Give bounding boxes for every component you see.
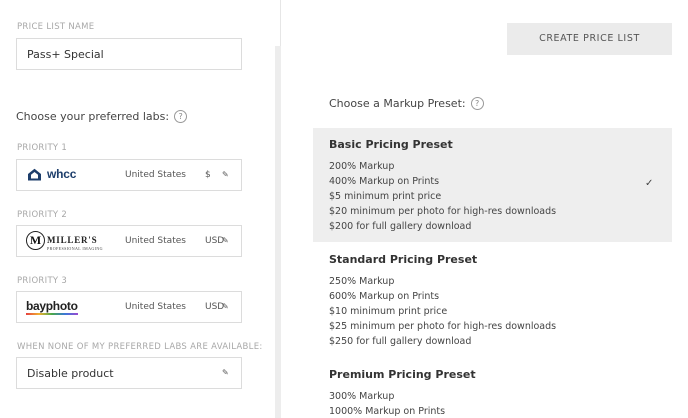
price-list-name-value: Pass+ Special bbox=[27, 48, 104, 61]
edit-pencil-icon[interactable]: ✎ bbox=[222, 170, 229, 179]
preset-line: $25 minimum per photo for high-res downl… bbox=[329, 321, 557, 332]
priority-1-caption: PRIORITY 1 bbox=[17, 143, 68, 153]
priority-2-country: United States bbox=[125, 236, 186, 246]
help-icon[interactable]: ? bbox=[174, 110, 188, 123]
preset-line: $250 for full gallery download bbox=[329, 336, 472, 347]
priority-3-caption: PRIORITY 3 bbox=[17, 276, 68, 286]
bayphoto-logo: bayphoto bbox=[26, 299, 78, 315]
fallback-select[interactable]: Disable product ✎ bbox=[16, 357, 242, 389]
priority-1-country: United States bbox=[125, 170, 186, 180]
whcc-logo-text: whcc bbox=[47, 167, 77, 181]
preset-title: Standard Pricing Preset bbox=[329, 253, 478, 266]
priority-1-lab-select[interactable]: whcc United States $ ✎ bbox=[16, 159, 242, 191]
scrollbar[interactable] bbox=[275, 46, 281, 418]
bayphoto-logo-text: bayphoto bbox=[26, 299, 78, 313]
preset-title: Premium Pricing Preset bbox=[329, 368, 476, 381]
preset-option-premium[interactable]: Premium Pricing Preset 300% Markup 1000%… bbox=[313, 358, 672, 418]
labs-heading-text: Choose your preferred labs: bbox=[16, 110, 170, 123]
preset-line: 1000% Markup on Prints bbox=[329, 406, 446, 417]
whcc-logo: whcc bbox=[27, 167, 76, 181]
millers-logo-subtext: PROFESSIONAL IMAGING bbox=[47, 246, 103, 251]
lab-settings-panel: PRICE LIST NAME Pass+ Special Choose you… bbox=[0, 0, 281, 418]
millers-logo-text: MILLER'S bbox=[47, 235, 98, 245]
priority-3-country: United States bbox=[125, 302, 186, 312]
edit-pencil-icon[interactable]: ✎ bbox=[222, 236, 229, 245]
fallback-caption: WHEN NONE OF MY PREFERRED LABS ARE AVAIL… bbox=[17, 342, 263, 352]
preset-line: $200 for full gallery download bbox=[329, 221, 472, 232]
preset-line: 200% Markup bbox=[329, 161, 395, 172]
preset-heading-text: Choose a Markup Preset: bbox=[329, 97, 466, 110]
priority-2-lab-select[interactable]: M MILLER'S PROFESSIONAL IMAGING United S… bbox=[16, 225, 242, 257]
price-list-name-caption: PRICE LIST NAME bbox=[17, 22, 95, 32]
price-list-name-input[interactable]: Pass+ Special bbox=[16, 38, 242, 70]
preset-line: $10 minimum print price bbox=[329, 306, 448, 317]
millers-logo: M MILLER'S PROFESSIONAL IMAGING bbox=[26, 230, 103, 251]
create-price-list-button[interactable]: CREATE PRICE LIST bbox=[507, 23, 672, 55]
priority-2-caption: PRIORITY 2 bbox=[17, 210, 68, 220]
edit-pencil-icon[interactable]: ✎ bbox=[222, 368, 229, 377]
house-icon bbox=[28, 168, 41, 180]
checkmark-icon: ✓ bbox=[645, 178, 654, 189]
preset-line: 250% Markup bbox=[329, 276, 395, 287]
fallback-value: Disable product bbox=[27, 367, 114, 380]
preset-line: 600% Markup on Prints bbox=[329, 291, 440, 302]
preset-title: Basic Pricing Preset bbox=[329, 138, 453, 151]
preset-line: 400% Markup on Prints bbox=[329, 176, 440, 187]
preset-heading: Choose a Markup Preset:? bbox=[329, 97, 484, 110]
millers-logo-mark: M bbox=[26, 231, 45, 250]
preset-line: 300% Markup bbox=[329, 391, 395, 402]
preset-option-basic[interactable]: Basic Pricing Preset 200% Markup 400% Ma… bbox=[313, 128, 672, 242]
bayphoto-logo-underline bbox=[26, 313, 78, 315]
preset-line: $20 minimum per photo for high-res downl… bbox=[329, 206, 557, 217]
priority-1-currency: $ bbox=[205, 170, 211, 180]
labs-heading: Choose your preferred labs:? bbox=[16, 110, 188, 123]
priority-3-lab-select[interactable]: bayphoto United States USD ✎ bbox=[16, 291, 242, 323]
preset-line: $5 minimum print price bbox=[329, 191, 442, 202]
preset-panel: CREATE PRICE LIST Choose a Markup Preset… bbox=[282, 0, 688, 418]
help-icon[interactable]: ? bbox=[470, 97, 484, 110]
edit-pencil-icon[interactable]: ✎ bbox=[222, 302, 229, 311]
preset-option-standard[interactable]: Standard Pricing Preset 250% Markup 600%… bbox=[313, 243, 672, 357]
